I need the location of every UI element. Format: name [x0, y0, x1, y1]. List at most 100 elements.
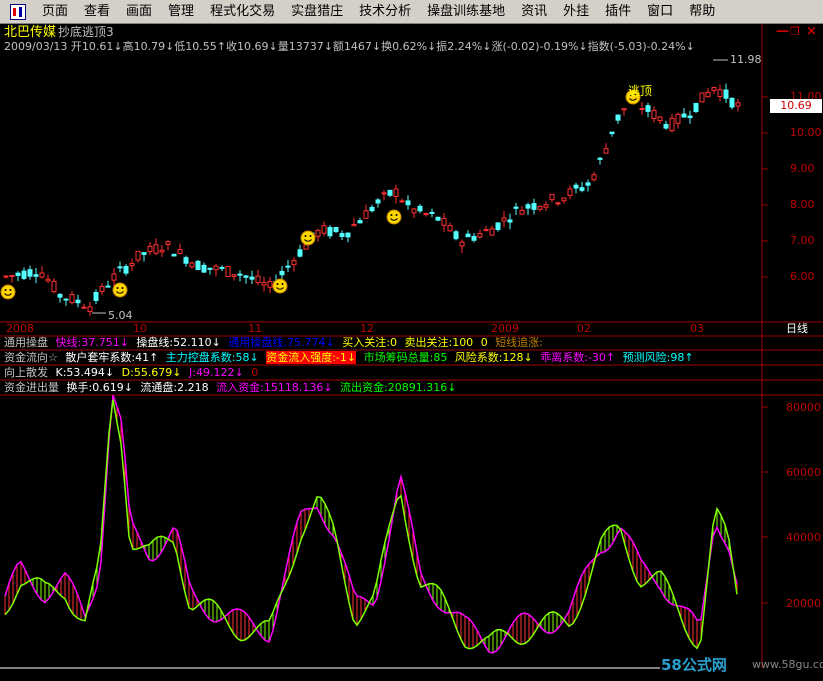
candle-body: [465, 233, 471, 238]
current-price-tag: 10.69: [770, 99, 822, 113]
volume-tick: 40000: [786, 531, 821, 544]
ind-value: 通用操盘线:75.774↓: [228, 336, 335, 349]
candle-body: [603, 148, 609, 154]
candle-body: [387, 189, 393, 196]
candle-body: [111, 273, 117, 281]
ind-value: 短线追涨:: [495, 336, 543, 349]
volume-tick: 80000: [786, 401, 821, 414]
candle-body: [243, 275, 249, 278]
candle-body: [495, 222, 501, 230]
candle-body: [423, 213, 429, 216]
candle-body: [441, 217, 447, 226]
ind-value: 0: [251, 366, 259, 379]
indicator-row-kdj: 向上散发 K:53.494↓ D:55.679↓ J:49.122↓ 0: [4, 366, 262, 380]
smiley-icon: [0, 284, 16, 300]
candle-body: [567, 188, 573, 196]
candle-body: [177, 249, 183, 254]
candle-body: [15, 272, 21, 276]
date-tick: 2009: [491, 322, 519, 335]
candle-body: [723, 89, 729, 99]
candle-body: [585, 182, 591, 186]
candle-body: [621, 108, 627, 111]
candle-body: [639, 108, 645, 111]
ind-name: 向上散发: [4, 366, 48, 379]
ind-value: 买入关注:0: [342, 336, 397, 349]
smiley-eye: [281, 283, 284, 285]
candle-body: [345, 232, 351, 238]
smiley-eye: [9, 289, 12, 291]
ind-value: 卖出关注:100: [404, 336, 474, 349]
ind-value: 流入资金:15118.136↓: [216, 381, 333, 394]
candle-body: [609, 131, 615, 135]
candle-body: [489, 228, 495, 236]
candle-body: [165, 241, 171, 245]
ind-value: 乖离系数:-30↑: [540, 351, 616, 364]
indicator-row-volume: 资金进出量 换手:0.619↓ 流通盘:2.218 流入资金:15118.136…: [4, 381, 460, 395]
smiley-eye: [276, 283, 279, 285]
ind-value: J:49.122↓: [189, 366, 244, 379]
period-label[interactable]: 日线: [786, 323, 808, 335]
candle-body: [195, 260, 201, 271]
candle-body: [513, 206, 519, 209]
candle-body: [687, 115, 693, 119]
candle-body: [21, 270, 27, 279]
candle-body: [213, 265, 219, 271]
smiley-icon: [272, 278, 288, 294]
candle-body: [591, 174, 597, 181]
candle-body: [333, 227, 339, 233]
candle-body: [651, 110, 657, 119]
candle-body: [705, 91, 711, 98]
candle-body: [87, 306, 93, 312]
candle-body: [327, 226, 333, 237]
candle-body: [405, 200, 411, 206]
high-annotation: 11.98: [730, 53, 762, 66]
candle-body: [519, 209, 525, 215]
candle-body: [63, 298, 69, 301]
escape-top-label: 逃顶: [628, 84, 653, 98]
volume-tick: 20000: [786, 597, 821, 610]
candle-body: [543, 204, 549, 208]
candle-body: [663, 123, 669, 129]
smiley-eye: [309, 235, 312, 237]
candle-body: [183, 257, 189, 264]
candle-body: [597, 157, 603, 160]
candle-body: [321, 225, 327, 234]
ind-value: 主力控盘系数:58↓: [165, 351, 259, 364]
candle-body: [735, 102, 741, 107]
date-tick: 03: [690, 322, 704, 335]
low-annotation: 5.04: [108, 309, 133, 322]
candle-body: [477, 233, 483, 238]
date-tick: 02: [577, 322, 591, 335]
candle-body: [33, 274, 39, 277]
candle-body: [57, 293, 63, 298]
candle-body: [219, 266, 225, 269]
candle-body: [393, 188, 399, 197]
candle-body: [129, 262, 135, 267]
candle-body: [447, 225, 453, 232]
candle-body: [453, 231, 459, 240]
candle-body: [267, 281, 273, 288]
ind-value: 换手:0.619↓: [66, 381, 133, 394]
ind-value: 0: [480, 336, 488, 349]
candle-body: [369, 206, 375, 212]
candle-body: [99, 285, 105, 292]
ind-value: 预测风险:98↑: [622, 351, 694, 364]
smiley-eye: [395, 214, 398, 216]
candle-body: [3, 275, 9, 278]
candle-body: [561, 197, 567, 202]
candle-body: [147, 245, 153, 253]
candle-body: [249, 276, 255, 280]
price-tick: 9.00: [790, 162, 815, 175]
candle-body: [255, 275, 261, 284]
date-tick: 10: [133, 322, 147, 335]
candle-body: [69, 293, 75, 304]
candle-body: [45, 278, 51, 282]
price-tick: 6.00: [790, 270, 815, 283]
candle-body: [579, 187, 585, 191]
candle-body: [261, 281, 267, 286]
candle-body: [339, 233, 345, 238]
price-tick: 8.00: [790, 198, 815, 211]
ind-value: 操盘线:52.110↓: [136, 336, 221, 349]
candle-body: [351, 223, 357, 227]
candle-body: [555, 202, 561, 205]
